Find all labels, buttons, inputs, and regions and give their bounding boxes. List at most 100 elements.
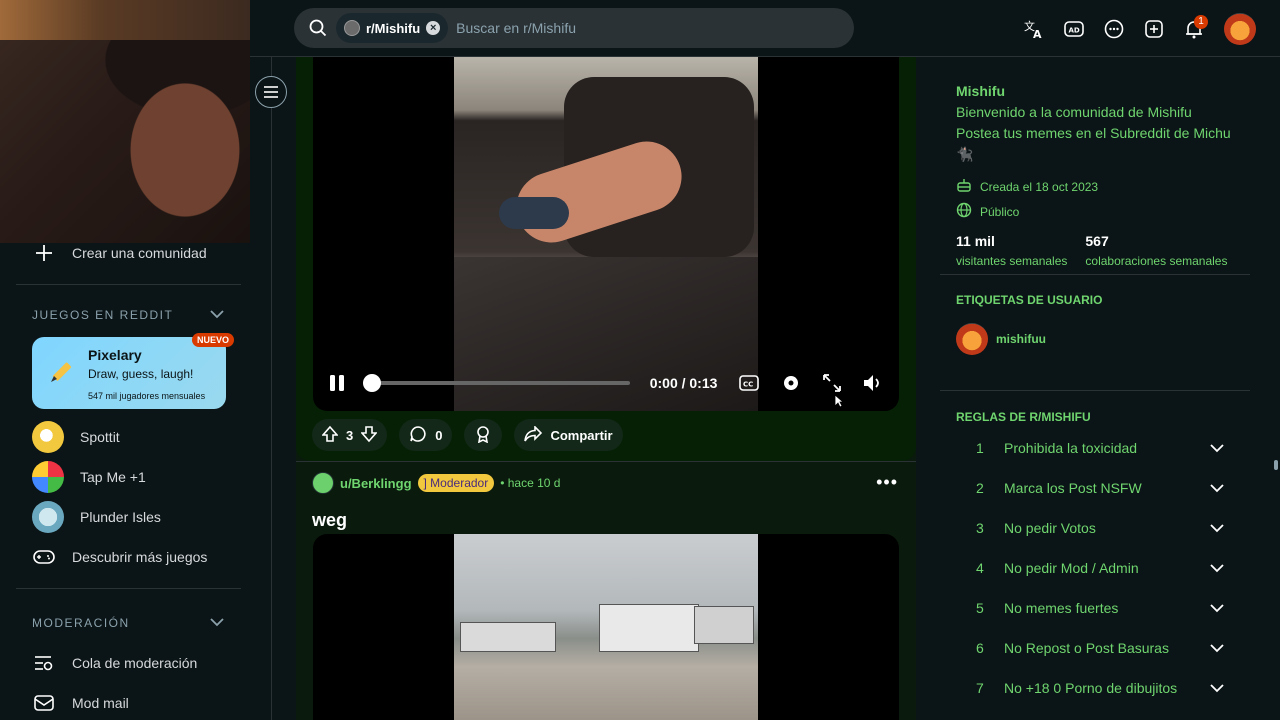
discover-games-link[interactable]: Descubrir más juegos [32,545,207,569]
clear-scope-icon[interactable]: × [426,21,441,35]
community-name: Mishifu [956,83,1005,99]
visibility-label: Público [980,204,1020,219]
volume-icon[interactable] [862,371,885,395]
game-item-spottit[interactable]: Spottit [32,421,120,453]
rule-item[interactable]: 5 No memes fuertes [976,600,1226,616]
rule-item[interactable]: 2 Marca los Post NSFW [976,480,1226,496]
post-actions: 3 0 Compartir [312,419,623,451]
divider [16,588,241,589]
author-avatar[interactable] [312,472,334,494]
notification-badge: 1 [1194,14,1208,29]
search-scope-chip[interactable]: r/Mishifu × [336,13,449,43]
rule-number: 6 [976,640,984,656]
post-card: 0:00 / 0:13 CC 3 0 Compartir [296,57,916,461]
search-scope-label: r/Mishifu [366,20,421,36]
seek-bar[interactable] [362,374,630,392]
game-label: Tap Me +1 [80,469,146,485]
scrollbar-thumb[interactable] [1274,460,1278,470]
search-bar[interactable]: r/Mishifu × [294,8,854,48]
vote-score: 3 [346,427,354,443]
rule-item[interactable]: 3 No pedir Votos [976,520,1226,536]
mail-icon [32,691,56,715]
featured-game-title: Pixelary [88,347,142,363]
comment-count: 0 [435,427,443,443]
menu-toggle-icon[interactable] [255,76,287,108]
chat-icon[interactable] [1098,13,1130,45]
game-item-plunder-isles[interactable]: Plunder Isles [32,501,161,533]
award-button[interactable] [464,419,503,451]
notifications-icon[interactable]: 1 [1178,13,1210,45]
rule-text: No Repost o Post Basuras [1004,640,1169,656]
comment-icon [409,425,427,446]
tapme-icon [32,461,64,493]
share-button[interactable]: Compartir [514,419,623,451]
games-section-label: JUEGOS EN REDDIT [32,308,174,322]
comments-button[interactable]: 0 [399,419,453,451]
svg-text:CC: CC [743,381,753,389]
seek-knob[interactable] [362,374,381,392]
divider [940,390,1250,391]
chevron-down-icon [1210,600,1226,616]
rules-title: REGLAS DE R/MISHIFU [956,410,1091,424]
chevron-down-icon [1210,680,1226,696]
right-sidebar: Mishifu Bienvenido a la comunidad de Mis… [940,57,1250,720]
created-date: Creada el 18 oct 2023 [956,177,1236,196]
chevron-down-icon [1210,640,1226,656]
create-post-icon[interactable] [1138,13,1170,45]
ads-icon[interactable]: AD [1058,13,1090,45]
downvote-icon[interactable] [360,425,378,446]
plus-icon [32,241,56,265]
captions-icon[interactable]: CC [737,371,760,395]
user-avatar[interactable] [1224,12,1256,45]
stat-visitors: 11 mil visitantes semanales [956,233,1067,268]
community-stats: 11 mil visitantes semanales 567 colabora… [956,233,1236,268]
rule-text: No +18 0 Porno de dibujitos [1004,680,1178,696]
pause-icon[interactable] [327,373,347,393]
search-input[interactable] [456,20,737,36]
post-title[interactable]: weg [312,510,347,531]
webcam-overlay [0,0,250,243]
gamepad-icon [32,545,56,569]
moderation-section-header[interactable]: MODERACIÓN [32,616,224,630]
flair-user[interactable]: mishifuu [956,323,1102,355]
post-header: u/Berklingg ] Moderador • hace 10 d [312,472,560,494]
rule-item[interactable]: 6 No Repost o Post Basuras [976,640,1226,656]
spottit-icon [32,421,64,453]
rule-number: 3 [976,520,984,536]
post-feed: 0:00 / 0:13 CC 3 0 Compartir u/Berklingg… [296,57,916,720]
video-player[interactable] [313,534,899,720]
visibility: Público [956,202,1236,221]
upvote-icon[interactable] [321,425,339,446]
games-section-header[interactable]: JUEGOS EN REDDIT [32,308,224,322]
featured-game-meta: 547 mil jugadores mensuales [88,391,206,401]
game-item-tapme[interactable]: Tap Me +1 [32,461,146,493]
mod-mail-link[interactable]: Mod mail [32,691,129,715]
more-options-icon[interactable]: ••• [876,472,898,493]
divider [940,274,1250,275]
mod-queue-link[interactable]: Cola de moderación [32,651,197,675]
rule-item[interactable]: 4 No pedir Mod / Admin [976,560,1226,576]
fullscreen-icon[interactable] [820,371,843,395]
game-label: Spottit [80,429,120,445]
pencil-icon [46,357,76,387]
rule-number: 4 [976,560,984,576]
featured-game-subtitle: Draw, guess, laugh! [88,367,194,381]
rule-number: 5 [976,600,984,616]
moderation-section-label: MODERACIÓN [32,616,130,630]
stat-label: visitantes semanales [956,254,1068,268]
chevron-down-icon [1210,440,1226,456]
share-icon [524,424,543,445]
post-timestamp: • hace 10 d [500,476,561,490]
author-username[interactable]: u/Berklingg [340,476,412,491]
rule-item[interactable]: 7 No +18 0 Porno de dibujitos [976,680,1226,696]
video-player[interactable]: 0:00 / 0:13 CC [313,57,899,411]
translate-icon[interactable]: 文A [1018,13,1050,45]
subreddit-avatar [344,20,360,36]
settings-gear-icon[interactable] [779,371,802,395]
rule-item[interactable]: 1 Prohibida la toxicidad [976,440,1226,456]
featured-game-card[interactable]: Pixelary Draw, guess, laugh! 547 mil jug… [32,333,234,409]
mod-queue-label: Cola de moderación [72,655,198,671]
globe-icon [956,202,972,221]
chevron-down-icon [1210,560,1226,576]
create-community-link[interactable]: Crear una comunidad [32,241,207,265]
